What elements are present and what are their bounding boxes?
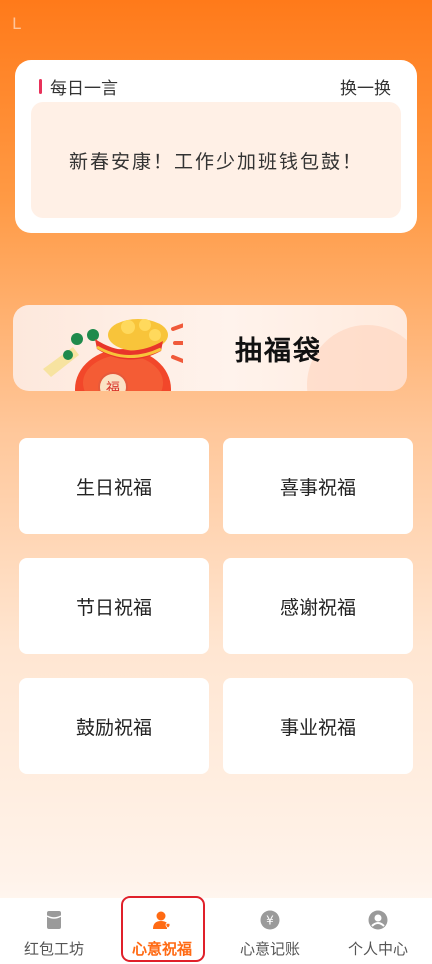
status-bar-glyph: L: [12, 14, 21, 33]
title-accent-bar: [39, 79, 42, 94]
daily-quote-title-text: 每日一言: [50, 79, 118, 99]
red-packet-icon: [46, 911, 62, 929]
quote-text-box: 新春安康！工作少加班钱包鼓！: [31, 102, 401, 218]
svg-text:福: 福: [106, 381, 120, 391]
tab-blessings[interactable]: 心意祝福: [108, 898, 216, 964]
yen-coin-icon: ¥: [260, 910, 280, 930]
encouragement-blessing-button[interactable]: 鼓励祝福: [19, 678, 209, 774]
tab-gift-ledger[interactable]: ¥ 心意记账: [216, 898, 324, 964]
tab-profile[interactable]: 个人中心: [324, 898, 432, 964]
thanks-blessing-button[interactable]: 感谢祝福: [223, 558, 413, 654]
daily-quote-card: 每日一言 换一换 新春安康！工作少加班钱包鼓！: [15, 60, 417, 233]
tab-label: 红包工坊: [23, 940, 84, 958]
career-blessing-button[interactable]: 事业祝福: [223, 678, 413, 774]
daily-quote-title: 每日一言: [39, 74, 118, 99]
celebration-blessing-button[interactable]: 喜事祝福: [223, 438, 413, 534]
lucky-bag-label: 抽福袋: [235, 336, 322, 367]
refresh-quote-button[interactable]: 换一换: [340, 74, 391, 99]
lucky-bag-banner[interactable]: 福 抽福袋: [13, 305, 407, 391]
birthday-blessing-button[interactable]: 生日祝福: [19, 438, 209, 534]
holiday-blessing-button[interactable]: 节日祝福: [19, 558, 209, 654]
lucky-bag-icon: 福: [43, 319, 183, 391]
tab-label: 心意记账: [239, 940, 300, 958]
person-icon: [368, 910, 388, 930]
banner-decor-circle: [307, 325, 407, 391]
svg-text:¥: ¥: [266, 914, 274, 928]
tab-label: 心意祝福: [131, 940, 192, 958]
tab-red-packet-workshop[interactable]: 红包工坊: [0, 898, 108, 964]
bottom-tab-bar: 红包工坊 心意祝福 ¥ 心意记账 个人中心: [0, 898, 432, 964]
tab-label: 个人中心: [347, 940, 408, 958]
user-heart-icon: [153, 911, 171, 929]
quote-text: 新春安康！工作少加班钱包鼓！: [68, 150, 363, 173]
